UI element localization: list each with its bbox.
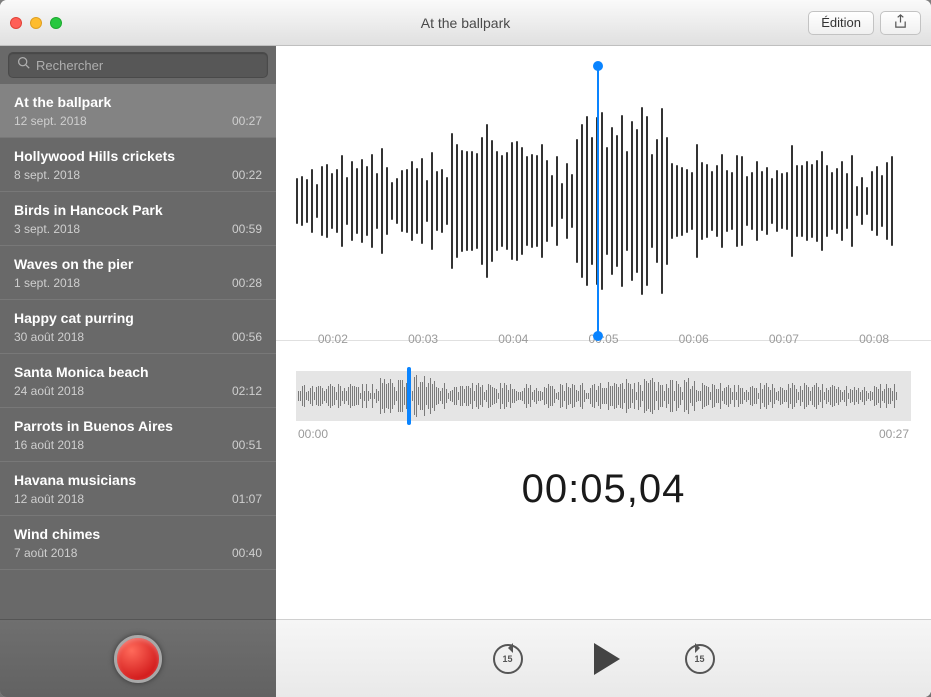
record-button[interactable] — [114, 635, 162, 683]
recording-item[interactable]: Santa Monica beach 24 août 2018 02:12 — [0, 354, 276, 408]
titlebar: At the ballpark Édition — [0, 0, 931, 46]
recording-duration: 00:28 — [232, 276, 262, 290]
main-pane: 00:0200:0300:0400:0500:0600:0700:08 00:0… — [276, 46, 931, 697]
share-button[interactable] — [880, 11, 921, 35]
recording-title: Santa Monica beach — [14, 364, 262, 380]
tick-label: 00:03 — [408, 332, 438, 346]
playhead-handle[interactable] — [597, 66, 599, 336]
skip-forward-icon: 15 — [694, 654, 704, 664]
recording-date: 7 août 2018 — [14, 546, 77, 560]
recording-title: Wind chimes — [14, 526, 262, 542]
recording-item[interactable]: Wind chimes 7 août 2018 00:40 — [0, 516, 276, 570]
recording-item[interactable]: Happy cat purring 30 août 2018 00:56 — [0, 300, 276, 354]
waveform-detail[interactable]: 00:0200:0300:0400:0500:0600:0700:08 — [276, 46, 931, 341]
playback-controls: 15 15 — [276, 619, 931, 697]
overview-start-time: 00:00 — [298, 427, 328, 441]
overview-end-time: 00:27 — [879, 427, 909, 441]
current-time-display: 00:05,04 — [296, 467, 911, 512]
app-window: At the ballpark Édition — [0, 0, 931, 697]
recording-date: 3 sept. 2018 — [14, 222, 80, 236]
tick-label: 00:02 — [318, 332, 348, 346]
recording-date: 16 août 2018 — [14, 438, 84, 452]
recording-item[interactable]: Parrots in Buenos Aires 16 août 2018 00:51 — [0, 408, 276, 462]
skip-back-icon: 15 — [502, 654, 512, 664]
minimize-window-button[interactable] — [30, 17, 42, 29]
recording-date: 30 août 2018 — [14, 330, 84, 344]
recording-duration: 01:07 — [232, 492, 262, 506]
recording-duration: 00:59 — [232, 222, 262, 236]
recording-title: Havana musicians — [14, 472, 262, 488]
overview-playhead[interactable] — [407, 367, 411, 425]
tick-label: 00:07 — [769, 332, 799, 346]
recording-duration: 00:22 — [232, 168, 262, 182]
recordings-list: At the ballpark 12 sept. 2018 00:27 Hollywo… — [0, 84, 276, 619]
recording-date: 8 sept. 2018 — [14, 168, 80, 182]
recording-title: Hollywood Hills crickets — [14, 148, 262, 164]
recording-title: Birds in Hancock Park — [14, 202, 262, 218]
window-controls — [10, 17, 62, 29]
recording-duration: 00:40 — [232, 546, 262, 560]
recording-duration: 00:27 — [232, 114, 262, 128]
recording-date: 1 sept. 2018 — [14, 276, 80, 290]
waveform-overview[interactable]: 00:00 00:27 00:05,04 — [276, 341, 931, 522]
search-input[interactable] — [36, 58, 259, 73]
tick-label: 00:08 — [859, 332, 889, 346]
skip-forward-button[interactable]: 15 — [682, 641, 718, 677]
sidebar-footer — [0, 619, 276, 697]
edit-button[interactable]: Édition — [808, 11, 874, 35]
recording-item[interactable]: At the ballpark 12 sept. 2018 00:27 — [0, 84, 276, 138]
share-icon — [893, 14, 908, 32]
recording-item[interactable]: Hollywood Hills crickets 8 sept. 2018 00:2… — [0, 138, 276, 192]
recording-duration: 00:56 — [232, 330, 262, 344]
recording-item[interactable]: Havana musicians 12 août 2018 01:07 — [0, 462, 276, 516]
zoom-window-button[interactable] — [50, 17, 62, 29]
sidebar: At the ballpark 12 sept. 2018 00:27 Hollywo… — [0, 46, 276, 697]
recording-date: 24 août 2018 — [14, 384, 84, 398]
time-ruler: 00:0200:0300:0400:0500:0600:0700:08 — [296, 332, 911, 362]
recording-duration: 02:12 — [232, 384, 262, 398]
window-title: At the ballpark — [0, 15, 931, 31]
recording-duration: 00:51 — [232, 438, 262, 452]
recording-title: At the ballpark — [14, 94, 262, 110]
search-icon — [17, 56, 30, 74]
recording-item[interactable]: Birds in Hancock Park 3 sept. 2018 00:59 — [0, 192, 276, 246]
skip-back-button[interactable]: 15 — [490, 641, 526, 677]
recording-title: Happy cat purring — [14, 310, 262, 326]
search-field[interactable] — [8, 52, 268, 78]
play-icon — [594, 643, 620, 675]
close-window-button[interactable] — [10, 17, 22, 29]
recording-title: Parrots in Buenos Aires — [14, 418, 262, 434]
recording-date: 12 sept. 2018 — [14, 114, 87, 128]
tick-label: 00:04 — [498, 332, 528, 346]
play-button[interactable] — [586, 641, 622, 677]
recording-date: 12 août 2018 — [14, 492, 84, 506]
recording-title: Waves on the pier — [14, 256, 262, 272]
tick-label: 00:06 — [679, 332, 709, 346]
recording-item[interactable]: Waves on the pier 1 sept. 2018 00:28 — [0, 246, 276, 300]
